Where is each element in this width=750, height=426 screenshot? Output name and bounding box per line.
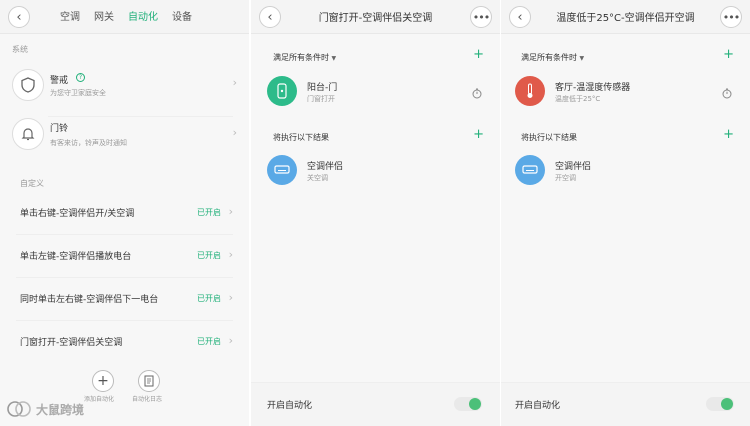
automation-detail-screen-door: ‹ 门窗打开-空调伴侣关空调 ••• 满足所有条件时 ▼ + 阳台-门 门窗打开…: [251, 0, 500, 426]
conditions-header: 满足所有条件时 ▼: [273, 52, 336, 63]
rule-label: 单击左键-空调伴侣播放电台: [20, 252, 132, 262]
rule-label: 单击右键-空调伴侣开/关空调: [20, 209, 135, 219]
add-result-button[interactable]: +: [473, 127, 484, 142]
doorbell-subtitle: 有客来访，铃声及时通知: [50, 139, 127, 147]
chevron-right-icon: ›: [232, 76, 237, 89]
plus-icon: +: [97, 373, 109, 389]
top-bar: ‹ 门窗打开-空调伴侣关空调 •••: [251, 0, 500, 34]
rule-item[interactable]: 单击左键-空调伴侣播放电台 已开启 ›: [0, 235, 249, 277]
condition-detail: 温度低于25°C: [555, 95, 601, 103]
condition-detail: 门窗打开: [307, 95, 335, 103]
help-icon[interactable]: ?: [76, 73, 85, 82]
result-name: 空调伴侣: [555, 162, 592, 172]
bell-icon: [12, 118, 44, 150]
watermark-text: 大鼠跨境: [36, 402, 85, 417]
rule-status: 已开启: [197, 337, 221, 346]
tab-bar: 空调 网关 自动化 设备: [60, 8, 192, 23]
results-label: 将执行以下结果: [521, 133, 577, 142]
custom-section-label: 自定义: [20, 179, 44, 188]
conditions-label: 满足所有条件时: [521, 53, 577, 62]
tab-gateway[interactable]: 网关: [94, 8, 114, 23]
add-automation-label: 添加自动化: [84, 396, 115, 403]
guard-item[interactable]: 警戒 ? 为您守卫家庭安全 ›: [0, 60, 249, 112]
system-card: 警戒 ? 为您守卫家庭安全 ›: [0, 60, 249, 172]
watermark-logo-icon: [7, 401, 31, 417]
page-title: 温度低于25°C-空调伴侣开空调: [556, 13, 695, 24]
toggle-knob: [721, 398, 733, 410]
watermark: 大鼠跨境: [6, 400, 84, 418]
guard-title: 警戒: [50, 76, 69, 86]
enable-automation-bar: 开启自动化: [251, 382, 500, 426]
log-icon: [144, 375, 154, 387]
system-section-label: 系统: [12, 45, 28, 54]
more-dots-icon: •••: [472, 10, 490, 24]
add-result-button[interactable]: +: [723, 127, 734, 142]
condition-name: 客厅-温湿度传感器: [555, 83, 631, 93]
doorbell-title: 门铃: [50, 124, 69, 134]
condition-name: 阳台-门: [307, 83, 338, 93]
rule-label: 同时单击左右键-空调伴侣下一电台: [20, 295, 159, 305]
tab-automation[interactable]: 自动化: [128, 8, 158, 23]
automation-log-button[interactable]: [138, 370, 160, 392]
divider: [48, 116, 233, 117]
enable-automation-label: 开启自动化: [267, 401, 313, 411]
automation-log-label: 自动化日志: [132, 396, 163, 403]
rule-item[interactable]: 门窗打开-空调伴侣关空调 已开启 ›: [0, 321, 249, 363]
results-label: 将执行以下结果: [273, 133, 329, 142]
guard-subtitle: 为您守卫家庭安全: [50, 89, 106, 97]
chevron-right-icon: ›: [232, 126, 237, 139]
automation-list-screen: ‹ 空调 网关 自动化 设备 系统 警戒 ? 为您守卫家庭安全 › 门铃 有客来…: [0, 0, 249, 426]
back-arrow-icon: ‹: [267, 9, 273, 25]
back-button[interactable]: ‹: [259, 6, 281, 28]
enable-automation-bar: 开启自动化: [501, 382, 750, 426]
dropdown-caret-icon[interactable]: ▼: [332, 55, 337, 62]
chevron-right-icon: ›: [228, 291, 233, 304]
shield-icon: [12, 69, 44, 101]
back-arrow-icon: ‹: [16, 9, 22, 25]
more-button[interactable]: •••: [720, 6, 742, 28]
timer-icon[interactable]: [722, 84, 732, 103]
result-detail: 关空调: [307, 174, 328, 182]
rule-item[interactable]: 同时单击左右键-空调伴侣下一电台 已开启 ›: [0, 278, 249, 320]
chevron-right-icon: ›: [228, 205, 233, 218]
add-condition-button[interactable]: +: [723, 47, 734, 62]
rule-item[interactable]: 单击右键-空调伴侣开/关空调 已开启 ›: [0, 192, 249, 234]
timer-icon[interactable]: [472, 84, 482, 103]
door-sensor-icon: [267, 76, 297, 106]
more-button[interactable]: •••: [470, 6, 492, 28]
air-conditioner-icon: [515, 155, 545, 185]
rule-status: 已开启: [197, 251, 221, 260]
top-bar: ‹ 温度低于25°C-空调伴侣开空调 •••: [501, 0, 750, 34]
rule-status: 已开启: [197, 208, 221, 217]
back-button[interactable]: ‹: [8, 6, 30, 28]
result-name: 空调伴侣: [307, 162, 344, 172]
conditions-header: 满足所有条件时 ▼: [521, 52, 584, 63]
enable-automation-toggle[interactable]: [706, 397, 734, 411]
conditions-label: 满足所有条件时: [273, 53, 329, 62]
tab-devices[interactable]: 设备: [172, 8, 192, 23]
toggle-knob: [469, 398, 481, 410]
back-button[interactable]: ‹: [509, 6, 531, 28]
back-arrow-icon: ‹: [517, 9, 523, 25]
custom-rules-list: 单击右键-空调伴侣开/关空调 已开启 › 单击左键-空调伴侣播放电台 已开启 ›…: [0, 192, 249, 362]
more-dots-icon: •••: [722, 10, 740, 24]
air-conditioner-icon: [267, 155, 297, 185]
add-condition-button[interactable]: +: [473, 47, 484, 62]
enable-automation-toggle[interactable]: [454, 397, 482, 411]
page-title: 门窗打开-空调伴侣关空调: [318, 13, 433, 24]
result-detail: 开空调: [555, 174, 576, 182]
dropdown-caret-icon[interactable]: ▼: [580, 55, 585, 62]
thermometer-icon: [515, 76, 545, 106]
automation-detail-screen-temperature: ‹ 温度低于25°C-空调伴侣开空调 ••• 满足所有条件时 ▼ + 客厅-温湿…: [501, 0, 750, 426]
rule-status: 已开启: [197, 294, 221, 303]
enable-automation-label: 开启自动化: [515, 401, 561, 411]
top-bar: ‹ 空调 网关 自动化 设备: [0, 0, 249, 34]
tab-ac[interactable]: 空调: [60, 8, 80, 23]
add-automation-button[interactable]: +: [92, 370, 114, 392]
chevron-right-icon: ›: [228, 334, 233, 347]
rule-label: 门窗打开-空调伴侣关空调: [20, 338, 123, 348]
chevron-right-icon: ›: [228, 248, 233, 261]
